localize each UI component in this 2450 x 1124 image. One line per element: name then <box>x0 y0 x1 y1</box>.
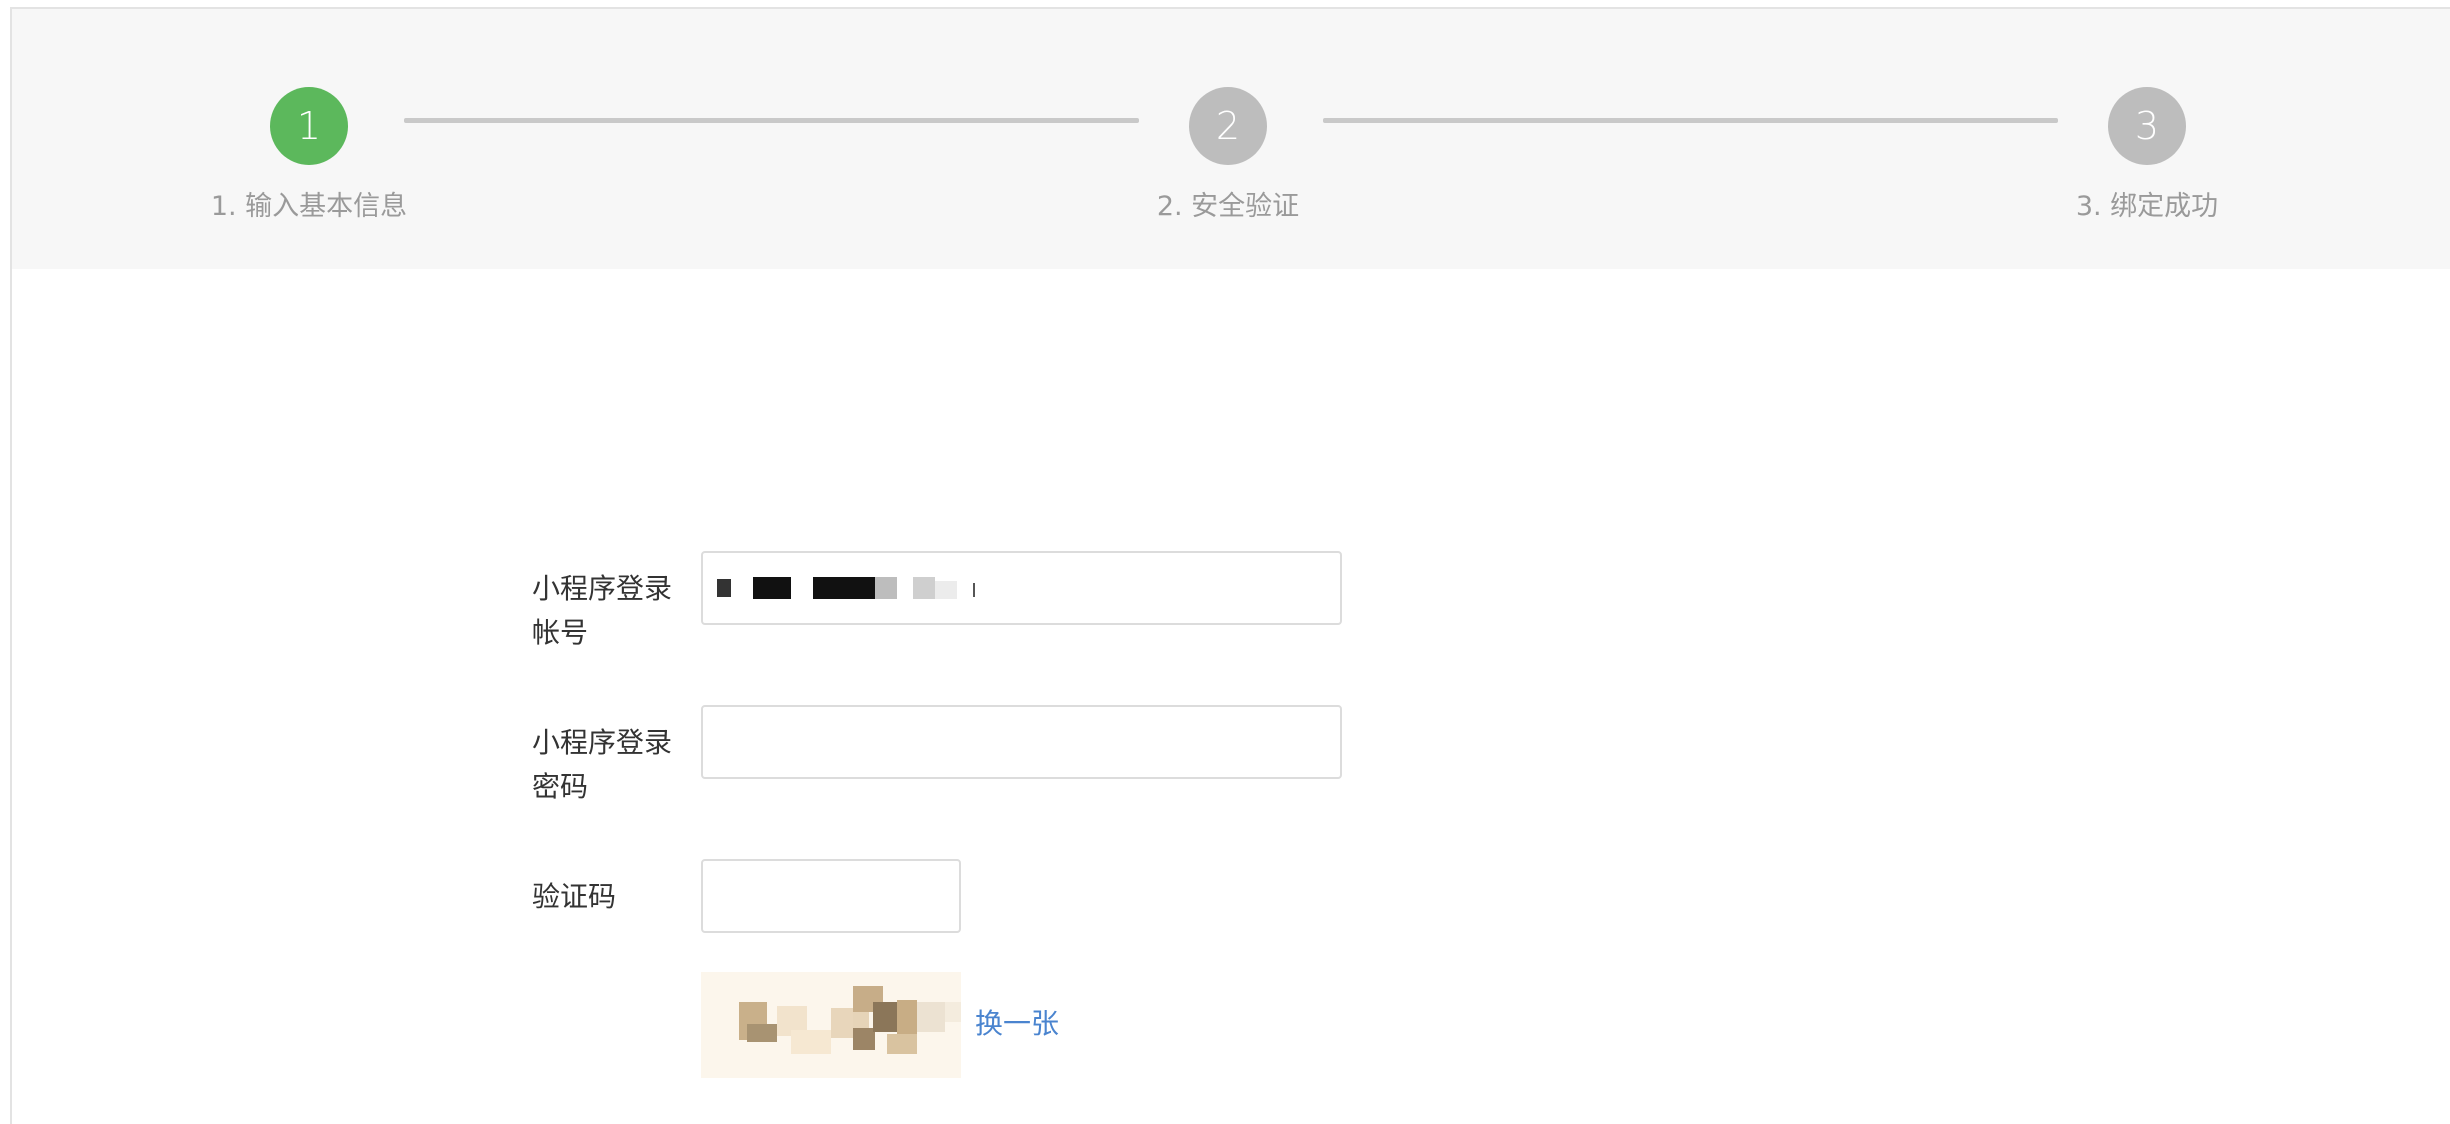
captcha-image[interactable] <box>701 972 961 1078</box>
step-1-indicator: 1 <box>270 87 348 165</box>
password-label: 小程序登录 密码 <box>532 721 692 809</box>
password-label-line2: 密码 <box>532 770 589 803</box>
refresh-captcha-link[interactable]: 换一张 <box>975 1002 1059 1042</box>
captcha-input[interactable] <box>701 859 961 933</box>
step-3-number: 3 <box>2134 104 2160 148</box>
account-label-line1: 小程序登录 <box>532 572 673 605</box>
step-2-number: 2 <box>1215 104 1241 148</box>
step-3-label: 3. 绑定成功 <box>2075 191 2219 222</box>
account-input[interactable] <box>701 551 1342 625</box>
step-3-indicator: 3 <box>2108 87 2186 165</box>
step-connector-2-3 <box>1323 118 2058 123</box>
step-connector-1-2 <box>404 118 1139 123</box>
account-label: 小程序登录 帐号 <box>532 567 692 655</box>
step-1-label: 1. 输入基本信息 <box>210 191 408 222</box>
step-progress-bar: 1 2 3 1. 输入基本信息 2. 安全验证 3. 绑定成功 <box>12 9 2450 269</box>
password-label-line1: 小程序登录 <box>532 726 673 759</box>
account-field[interactable] <box>701 551 1342 625</box>
step-1-number: 1 <box>296 104 322 148</box>
step-2-indicator: 2 <box>1189 87 1267 165</box>
captcha-label: 验证码 <box>532 880 617 913</box>
page-frame: 1 2 3 1. 输入基本信息 2. 安全验证 3. 绑定成功 小程序登录 帐号… <box>10 7 2450 1124</box>
password-input[interactable] <box>701 705 1342 779</box>
account-label-line2: 帐号 <box>532 616 589 649</box>
step-2-label: 2. 安全验证 <box>1156 191 1300 222</box>
